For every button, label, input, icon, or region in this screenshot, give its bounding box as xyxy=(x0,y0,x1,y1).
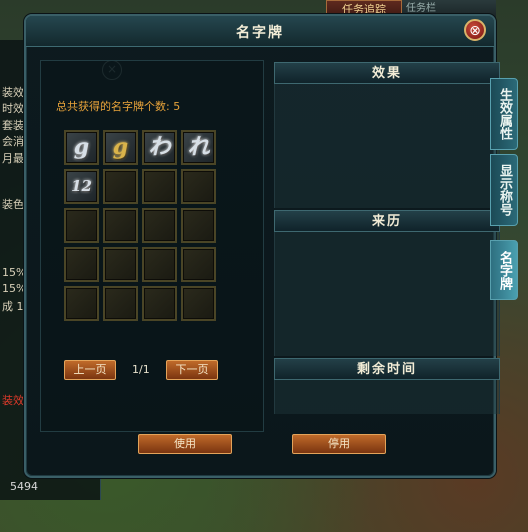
name-plate-slot[interactable]: 12 xyxy=(64,169,99,204)
name-plate-slot[interactable]: わ xyxy=(142,130,177,165)
name-plate-slot[interactable]: g xyxy=(64,130,99,165)
name-plate-window: 名字牌 ⊗ × 总共获得的名字牌个数: 5 ggわれ12 上一页 1/1 下一页… xyxy=(24,14,500,478)
empty-plate-slot[interactable] xyxy=(142,169,177,204)
window-title-bar[interactable]: 名字牌 xyxy=(26,16,494,47)
empty-plate-slot[interactable] xyxy=(142,208,177,243)
empty-plate-slot[interactable] xyxy=(103,247,138,282)
name-plate-slot[interactable]: g xyxy=(103,130,138,165)
time-header: 剩余时间 xyxy=(274,358,500,380)
empty-plate-slot[interactable] xyxy=(64,247,99,282)
empty-plate-slot[interactable] xyxy=(142,286,177,321)
empty-plate-slot[interactable] xyxy=(64,208,99,243)
origin-header: 来历 xyxy=(274,210,500,232)
empty-plate-slot[interactable] xyxy=(103,208,138,243)
empty-plate-slot[interactable] xyxy=(142,247,177,282)
name-plate-icon: g xyxy=(73,134,90,160)
empty-plate-slot[interactable] xyxy=(103,169,138,204)
plate-count-label: 总共获得的名字牌个数: 5 xyxy=(56,100,181,113)
bg-line: 时效 xyxy=(2,102,24,115)
bg-line: 15% xyxy=(2,266,27,279)
name-plate-icon: g xyxy=(112,134,129,160)
disable-button[interactable]: 停用 xyxy=(292,434,386,454)
effect-content xyxy=(274,84,500,208)
empty-plate-slot[interactable] xyxy=(181,286,216,321)
bg-line: 15% xyxy=(2,282,27,295)
empty-plate-slot[interactable] xyxy=(181,169,216,204)
empty-plate-slot[interactable] xyxy=(64,286,99,321)
gold-amount: 5494 xyxy=(10,480,38,493)
effect-header: 效果 xyxy=(274,62,500,84)
close-button[interactable]: ⊗ xyxy=(464,19,486,41)
use-button[interactable]: 使用 xyxy=(138,434,232,454)
name-plate-icon: れ xyxy=(187,134,210,160)
tab-name-plate[interactable]: 名字牌 xyxy=(490,240,518,300)
window-title: 名字牌 xyxy=(236,25,284,41)
tab-effect-attributes[interactable]: 生效属性 xyxy=(490,78,518,150)
time-content xyxy=(274,380,500,414)
origin-content xyxy=(274,232,500,356)
next-page-button[interactable]: 下一页 xyxy=(166,360,218,380)
name-plate-icon: わ xyxy=(148,134,171,160)
prev-page-button[interactable]: 上一页 xyxy=(64,360,116,380)
empty-plate-slot[interactable] xyxy=(181,247,216,282)
tab-show-title[interactable]: 显示称号 xyxy=(490,154,518,226)
empty-plate-slot[interactable] xyxy=(181,208,216,243)
page-indicator: 1/1 xyxy=(132,363,150,376)
name-plate-slot[interactable]: れ xyxy=(181,130,216,165)
name-plate-icon: 12 xyxy=(71,177,92,195)
empty-plate-slot[interactable] xyxy=(103,286,138,321)
